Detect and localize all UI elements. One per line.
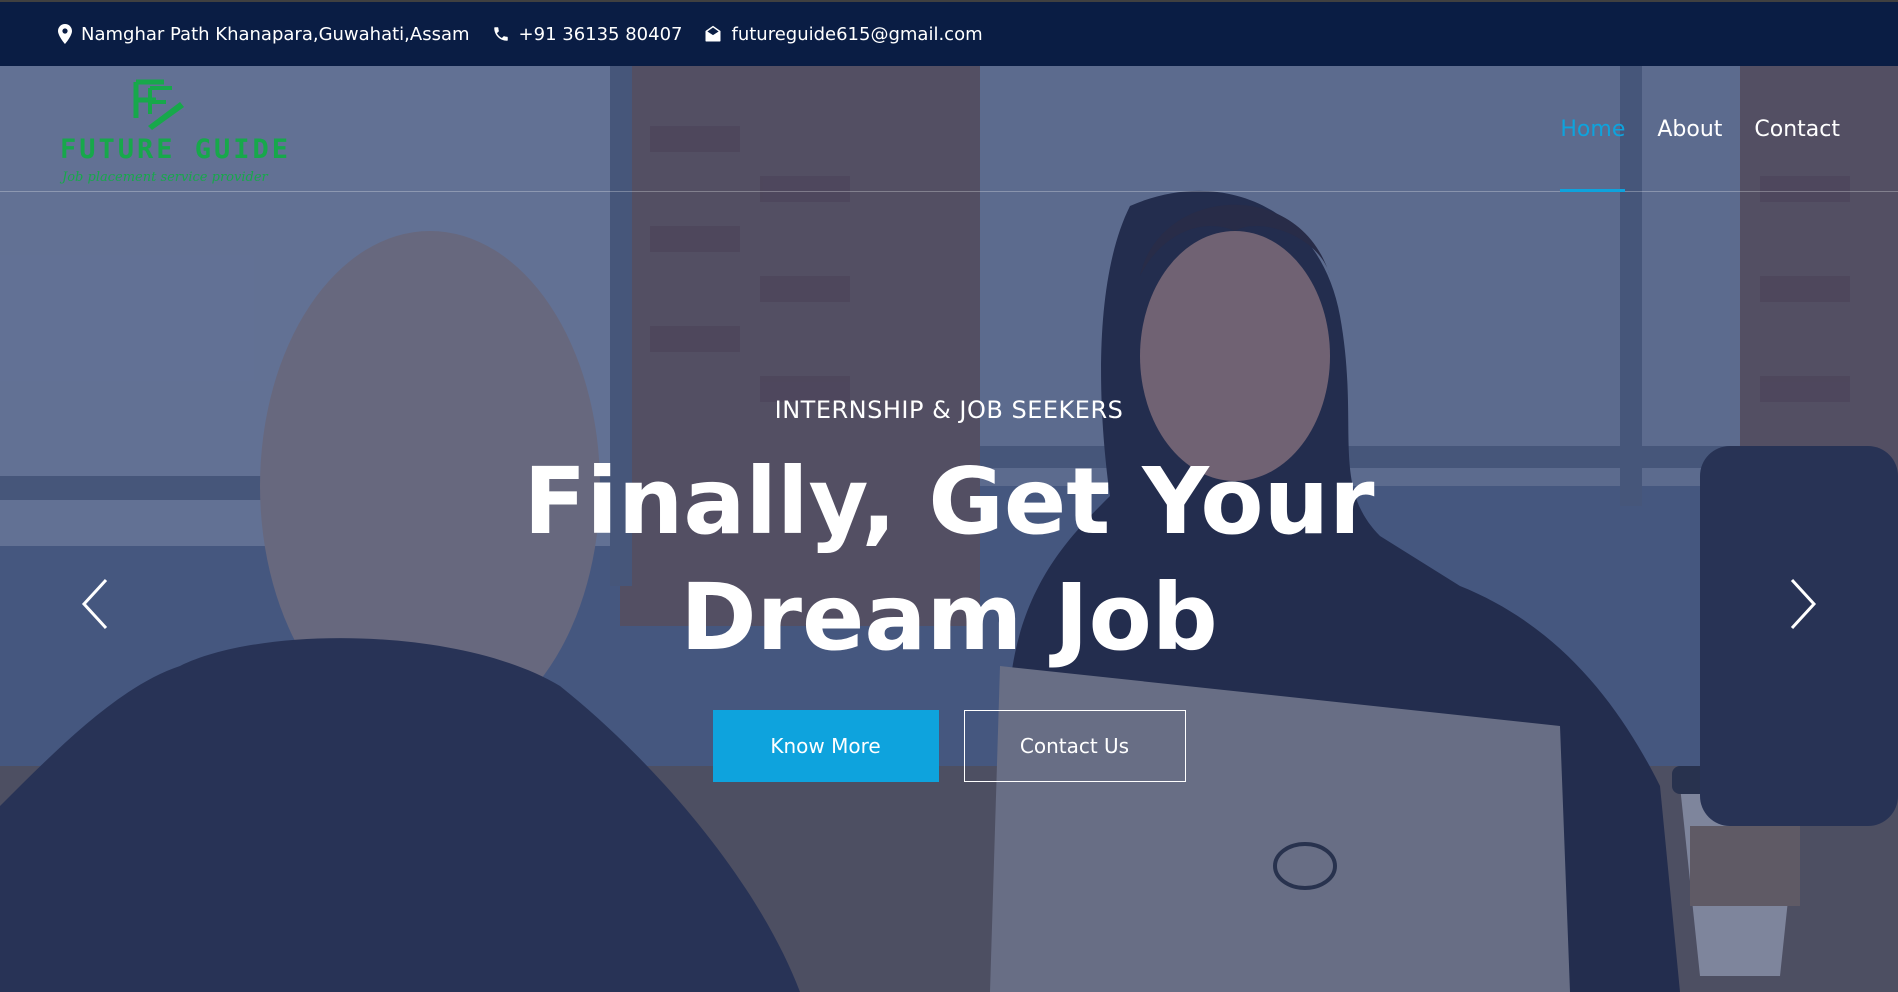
- hero-headline: Finally, Get Your Dream Job: [499, 444, 1399, 676]
- nav-about[interactable]: About: [1657, 66, 1722, 192]
- logo-mark-icon: [133, 79, 184, 130]
- carousel-next-button[interactable]: [1782, 574, 1822, 634]
- logo-tagline: Job placement service provider: [62, 170, 268, 185]
- know-more-button[interactable]: Know More: [712, 710, 939, 782]
- main-nav: Home About Contact: [1528, 66, 1840, 192]
- contact-us-button[interactable]: Contact Us: [963, 710, 1186, 782]
- phone-icon: [493, 27, 508, 41]
- envelope-open-icon: [705, 25, 721, 42]
- nav-home[interactable]: Home: [1560, 66, 1625, 192]
- headline-line-1: Finally, Get Your: [523, 448, 1375, 555]
- hero-buttons: Know More Contact Us: [0, 710, 1898, 782]
- logo-name: FUTURE GUIDE: [60, 134, 292, 165]
- phone-item[interactable]: +91 36135 80407: [492, 23, 683, 45]
- logo[interactable]: FUTURE GUIDE Job placement service provi…: [58, 74, 288, 190]
- phone-text: +91 36135 80407: [518, 23, 683, 45]
- headline-line-2: Dream Job: [680, 564, 1218, 671]
- email-text: futureguide615@gmail.com: [731, 23, 983, 45]
- site-header: FUTURE GUIDE Job placement service provi…: [0, 66, 1898, 192]
- top-contact-bar: Namghar Path Khanapara,Guwahati,Assam +9…: [0, 0, 1898, 66]
- hero-subtitle: INTERNSHIP & JOB SEEKERS: [774, 396, 1124, 424]
- email-item[interactable]: futureguide615@gmail.com: [704, 23, 983, 45]
- address-text: Namghar Path Khanapara,Guwahati,Assam: [81, 23, 470, 45]
- chevron-left-icon: [81, 578, 108, 630]
- map-pin-icon: [58, 24, 72, 44]
- hero-slider: FUTURE GUIDE Job placement service provi…: [0, 66, 1898, 992]
- chevron-right-icon: [1790, 578, 1817, 630]
- hero-content: INTERNSHIP & JOB SEEKERS Finally, Get Yo…: [0, 396, 1898, 782]
- nav-contact[interactable]: Contact: [1754, 66, 1840, 192]
- carousel-prev-button[interactable]: [76, 574, 116, 634]
- address-item: Namghar Path Khanapara,Guwahati,Assam: [58, 24, 470, 45]
